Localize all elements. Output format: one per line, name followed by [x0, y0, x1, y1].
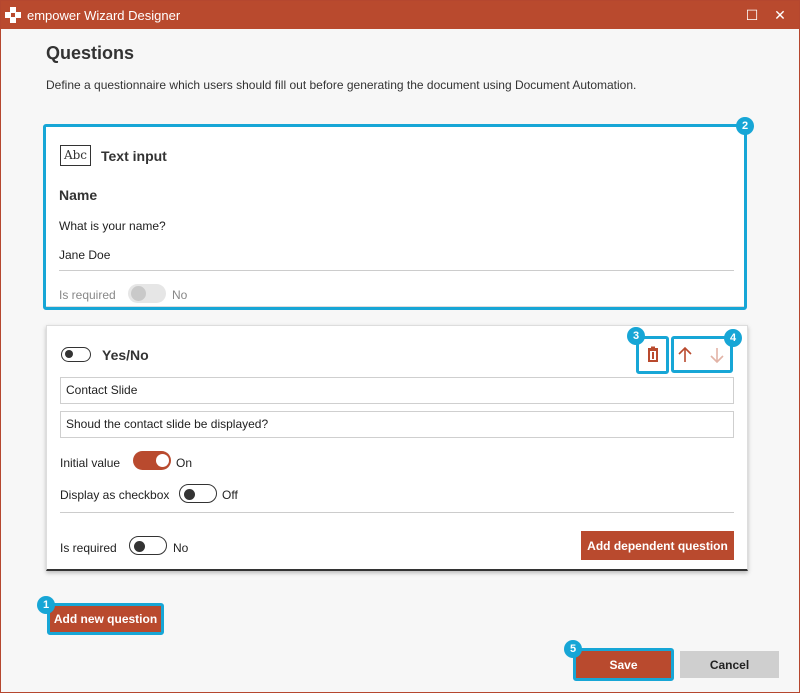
question-card-yes-no[interactable]: Yes/No Contact Slide Shoud the contact s…: [46, 325, 748, 571]
delete-question-button[interactable]: [642, 344, 664, 366]
callout-badge-5: 5: [564, 640, 582, 658]
display-checkbox-label: Display as checkbox: [60, 488, 170, 502]
initial-value-toggle[interactable]: [133, 451, 171, 470]
display-checkbox-toggle[interactable]: [179, 484, 217, 503]
toggle-icon: [61, 347, 91, 362]
callout-badge-1: 1: [37, 596, 55, 614]
empower-logo-icon: [5, 7, 21, 23]
arrow-down-icon: [710, 348, 724, 364]
callout-badge-3: 3: [627, 327, 645, 345]
move-up-button[interactable]: [674, 344, 696, 366]
add-dependent-question-button[interactable]: Add dependent question: [581, 531, 734, 560]
question-default-value: Jane Doe: [59, 248, 111, 262]
page-description: Define a questionnaire which users shoul…: [46, 78, 637, 92]
wizard-designer-window: empower Wizard Designer ☐ ✕ Questions De…: [0, 0, 800, 693]
question-prompt-input[interactable]: Shoud the contact slide be displayed?: [60, 411, 734, 438]
question-name: Name: [59, 187, 98, 203]
title-bar[interactable]: empower Wizard Designer ☐ ✕: [1, 1, 799, 29]
divider: [59, 270, 734, 271]
initial-value-state: On: [176, 456, 193, 470]
question-type-label: Text input: [101, 148, 167, 164]
question-card-text-input[interactable]: Abc Text input Name What is your name? J…: [45, 126, 745, 307]
arrow-up-icon: [678, 346, 692, 362]
question-type-label: Yes/No: [102, 347, 149, 363]
page-title: Questions: [46, 43, 135, 63]
required-state: No: [172, 288, 188, 302]
close-icon: ✕: [774, 7, 786, 23]
required-toggle[interactable]: [128, 284, 166, 303]
maximize-button[interactable]: ☐: [741, 5, 763, 25]
trash-icon: [648, 346, 658, 362]
required-toggle[interactable]: [129, 536, 167, 555]
close-button[interactable]: ✕: [769, 5, 791, 25]
required-label: Is required: [59, 288, 116, 302]
divider: [60, 512, 734, 513]
maximize-icon: ☐: [745, 7, 759, 23]
dialog-content: Questions Define a questionnaire which u…: [1, 29, 799, 692]
save-button[interactable]: Save: [576, 651, 671, 678]
window-title: empower Wizard Designer: [27, 8, 181, 23]
callout-badge-2: 2: [736, 117, 754, 135]
abc-text-icon: Abc: [60, 145, 91, 166]
initial-value-label: Initial value: [60, 456, 121, 470]
add-new-question-button[interactable]: Add new question: [50, 606, 161, 632]
cancel-button[interactable]: Cancel: [680, 651, 779, 678]
required-state: No: [173, 541, 189, 555]
callout-badge-4: 4: [724, 329, 742, 347]
question-prompt: What is your name?: [59, 219, 166, 233]
required-label: Is required: [60, 541, 117, 555]
move-down-button[interactable]: [706, 344, 728, 366]
display-checkbox-state: Off: [222, 488, 238, 502]
question-name-input[interactable]: Contact Slide: [60, 377, 734, 404]
